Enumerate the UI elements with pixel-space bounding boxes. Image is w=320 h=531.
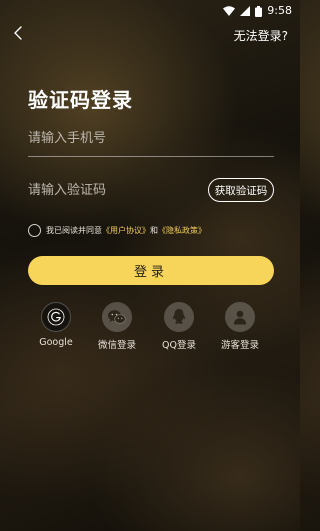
agreement-and: 和 <box>150 225 158 235</box>
agreement-row: 我已阅读并同意 《用户协议》 和 《隐私政策》 <box>28 222 206 238</box>
status-icons: 9:58 <box>223 5 292 17</box>
phone-input[interactable] <box>28 121 274 156</box>
guest-login[interactable]: 游客登录 <box>210 302 270 351</box>
page-title: 验证码登录 <box>28 88 133 112</box>
battery-icon <box>255 5 263 17</box>
login-button[interactable]: 登录 <box>28 256 274 285</box>
guest-login-label: 游客登录 <box>220 340 259 351</box>
google-login[interactable]: Google <box>26 302 86 348</box>
qq-login-label: QQ登录 <box>162 340 196 351</box>
wechat-icon <box>102 302 132 332</box>
wechat-login[interactable]: 微信登录 <box>87 302 147 351</box>
wifi-icon <box>223 6 236 16</box>
status-bar: 9:58 <box>0 0 300 22</box>
google-login-label: Google <box>39 337 73 348</box>
chevron-left-icon[interactable] <box>10 24 28 42</box>
agree-checkbox[interactable] <box>28 223 41 237</box>
wechat-login-label: 微信登录 <box>97 340 136 351</box>
guest-user-icon <box>225 302 255 332</box>
signal-icon <box>240 6 251 16</box>
privacy-policy-link[interactable]: 《隐私政策》 <box>158 225 206 236</box>
code-field: 获取验证码 <box>28 175 274 205</box>
qq-login[interactable]: QQ登录 <box>149 302 209 351</box>
google-icon <box>41 302 71 332</box>
status-time: 9:58 <box>267 4 292 17</box>
get-code-button[interactable]: 获取验证码 <box>208 178 274 202</box>
code-input[interactable] <box>28 175 198 205</box>
cant-login-link[interactable]: 无法登录? <box>234 27 288 44</box>
phone-field <box>28 121 274 157</box>
user-agreement-link[interactable]: 《用户协议》 <box>102 225 150 236</box>
agreement-prefix: 我已阅读并同意 <box>46 225 102 235</box>
qq-icon <box>164 302 194 332</box>
